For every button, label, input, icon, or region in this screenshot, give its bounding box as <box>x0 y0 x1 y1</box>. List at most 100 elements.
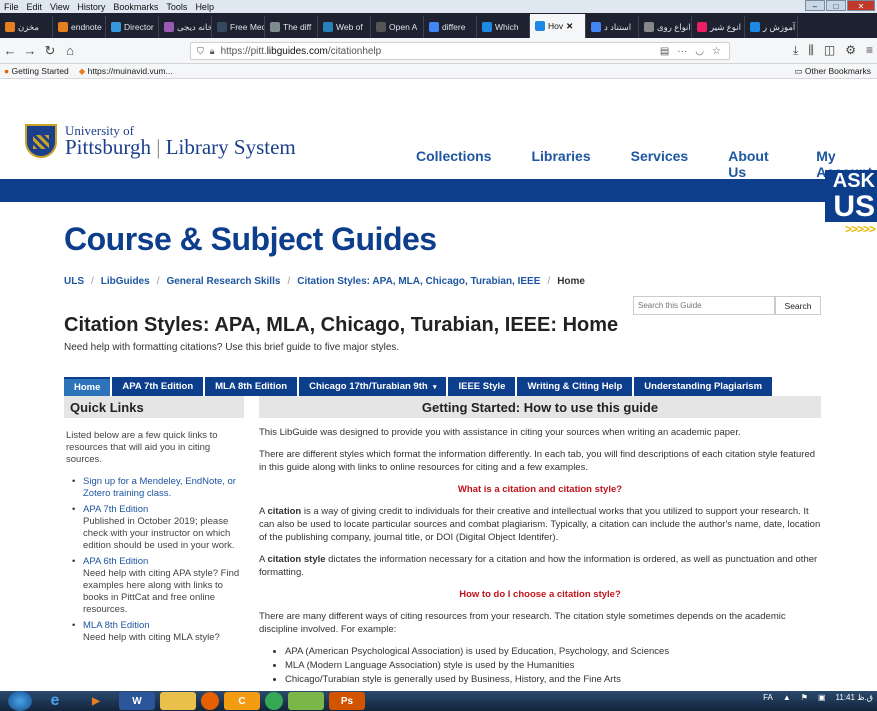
tab-ieee[interactable]: IEEE Style <box>448 377 516 396</box>
browser-tab[interactable]: Open A <box>371 16 424 38</box>
window-controls: – □ ✕ <box>805 0 875 11</box>
browser-tab[interactable]: Free Medic <box>212 16 265 38</box>
breadcrumb-libguides[interactable]: LibGuides <box>101 276 150 287</box>
menu-icon[interactable]: ≡ <box>866 43 873 58</box>
browser-tab[interactable]: مخزن <box>0 16 53 38</box>
clock[interactable]: 11:41 ق.ظ <box>836 693 873 702</box>
language-indicator[interactable]: FA <box>763 693 773 702</box>
tab-label: differe <box>442 22 466 32</box>
browser-tab[interactable]: Web of <box>318 16 371 38</box>
sidebar-icon[interactable]: ◫ <box>824 43 835 58</box>
menu-bookmarks[interactable]: Bookmarks <box>109 2 162 12</box>
forward-icon[interactable]: → <box>20 43 40 58</box>
breadcrumb-research-skills[interactable]: General Research Skills <box>166 276 280 287</box>
browser-tab[interactable]: آموزش ر <box>745 16 798 38</box>
home-icon[interactable]: ⌂ <box>60 43 80 58</box>
bookmark-muinavid[interactable]: ◆ https://muinavid.vum... <box>79 66 173 77</box>
tab-strip: مخزن endnote Director کتابخانه دیجی Free Med… <box>0 13 877 38</box>
library-icon[interactable]: ⫼ <box>808 43 814 58</box>
bookmark-star-icon[interactable]: ☆ <box>712 46 721 57</box>
breadcrumb-uls[interactable]: ULS <box>64 276 84 287</box>
minimize-button[interactable]: – <box>805 0 825 11</box>
guide-search-input[interactable] <box>633 296 775 315</box>
url-bar[interactable]: ⛉ 🔒︎ https://pitt.libguides.com/citation… <box>190 42 730 60</box>
browser-tab[interactable]: استناد د <box>586 16 639 38</box>
pitt-logo[interactable]: University of Pittsburgh | Library Syste… <box>25 124 296 158</box>
ask-label: ASK <box>825 170 877 192</box>
close-window-button[interactable]: ✕ <box>847 0 875 11</box>
quick-link-mla8[interactable]: MLA 8th Edition <box>83 620 150 631</box>
app-icon[interactable]: C <box>224 692 260 710</box>
quick-link-apa6[interactable]: APA 6th Edition <box>83 556 148 567</box>
tab-label: Open A <box>389 22 418 32</box>
other-bookmarks[interactable]: ▭ Other Bookmarks <box>794 66 871 77</box>
browser-tab[interactable]: endnote <box>53 16 106 38</box>
guide-tabs: Home APA 7th Edition MLA 8th Edition Chi… <box>64 377 773 396</box>
tab-apa-7th[interactable]: APA 7th Edition <box>112 377 204 396</box>
tab-plagiarism[interactable]: Understanding Plagiarism <box>634 377 773 396</box>
styles-paragraph: There are different styles which format … <box>259 449 816 473</box>
pitt-seal-icon <box>25 124 57 158</box>
quick-link-desc: Need help with citing MLA style? <box>83 632 220 643</box>
browser-tab[interactable]: Hov ✕ <box>530 14 586 38</box>
network-icon[interactable]: ▣ <box>818 693 826 702</box>
menu-tools[interactable]: Tools <box>162 2 191 12</box>
bookmark-getting-started[interactable]: ● Getting Started <box>4 66 69 76</box>
tab-mla-8th[interactable]: MLA 8th Edition <box>205 377 298 396</box>
back-icon[interactable]: ← <box>0 43 20 58</box>
tab-favicon-icon <box>482 22 492 32</box>
media-player-icon[interactable]: ▶ <box>78 692 114 710</box>
browser-tab[interactable]: انواع روی <box>639 16 692 38</box>
tab-favicon-icon <box>535 21 545 31</box>
flag-icon[interactable]: ⚑ <box>801 693 808 702</box>
maximize-button[interactable]: □ <box>826 0 846 11</box>
firefox-taskbar-icon[interactable] <box>201 692 219 710</box>
tab-chicago-turabian[interactable]: Chicago 17th/Turabian 9th ▾ <box>299 377 447 396</box>
ie-icon[interactable]: e <box>37 692 73 710</box>
nav-about-us[interactable]: About Us <box>728 148 776 180</box>
quick-link-apa7[interactable]: APA 7th Edition <box>83 504 148 515</box>
photoshop-icon[interactable]: Ps <box>329 692 365 710</box>
browser-tab[interactable]: کتابخانه دیجی <box>159 16 212 38</box>
explorer-icon[interactable] <box>160 692 196 710</box>
shield-icon[interactable]: ⛉ <box>197 46 204 57</box>
menu-history[interactable]: History <box>73 2 109 12</box>
tab-home[interactable]: Home <box>64 377 111 396</box>
page-actions-icon[interactable]: ··· <box>677 46 687 57</box>
extension-icon[interactable]: ⚙ <box>845 43 856 58</box>
menu-view[interactable]: View <box>46 2 73 12</box>
breadcrumb-citation-styles[interactable]: Citation Styles: APA, MLA, Chicago, Tura… <box>297 276 540 287</box>
browser-tab[interactable]: Which <box>477 16 530 38</box>
tab-favicon-icon <box>111 22 121 32</box>
browser-tab[interactable]: Director <box>106 16 159 38</box>
tray-arrow-icon[interactable]: ▲ <box>783 693 791 702</box>
reader-view-icon[interactable]: ▤ <box>660 46 669 57</box>
browser-tab[interactable]: The diff <box>265 16 318 38</box>
ask-us-button[interactable]: ASK US >>>>> <box>825 170 877 242</box>
guide-search-button[interactable]: Search <box>775 296 821 315</box>
start-button[interactable] <box>8 691 32 711</box>
paint-icon[interactable] <box>288 692 324 710</box>
discipline-list: APA (American Psychological Association)… <box>259 645 821 686</box>
browser-tab[interactable]: differe <box>424 16 477 38</box>
reload-icon[interactable]: ↻ <box>40 43 60 59</box>
quick-links-box: Quick Links Listed below are a few quick… <box>64 396 244 648</box>
close-tab-icon[interactable]: ✕ <box>566 21 573 32</box>
nav-services[interactable]: Services <box>631 148 689 180</box>
menu-file[interactable]: File <box>0 2 23 12</box>
nav-libraries[interactable]: Libraries <box>531 148 590 180</box>
menu-help[interactable]: Help <box>191 2 218 12</box>
getting-started-title: Getting Started: How to use this guide <box>259 396 821 418</box>
lock-icon[interactable]: 🔒︎ <box>210 46 215 57</box>
menu-edit[interactable]: Edit <box>23 2 47 12</box>
download-icon[interactable]: ⤓ <box>793 43 798 58</box>
tab-writing-citing[interactable]: Writing & Citing Help <box>517 377 633 396</box>
citation-heading: What is a citation and citation style? <box>457 484 623 495</box>
web-page: University of Pittsburgh | Library Syste… <box>0 80 877 691</box>
pocket-icon[interactable]: ◡ <box>695 46 704 57</box>
nav-collections[interactable]: Collections <box>416 148 491 180</box>
browser-tab[interactable]: انوع شیر <box>692 16 745 38</box>
quick-link-training[interactable]: Sign up for a Mendeley, EndNote, or Zote… <box>83 476 236 499</box>
chrome-icon[interactable] <box>265 692 283 710</box>
word-icon[interactable]: W <box>119 692 155 710</box>
